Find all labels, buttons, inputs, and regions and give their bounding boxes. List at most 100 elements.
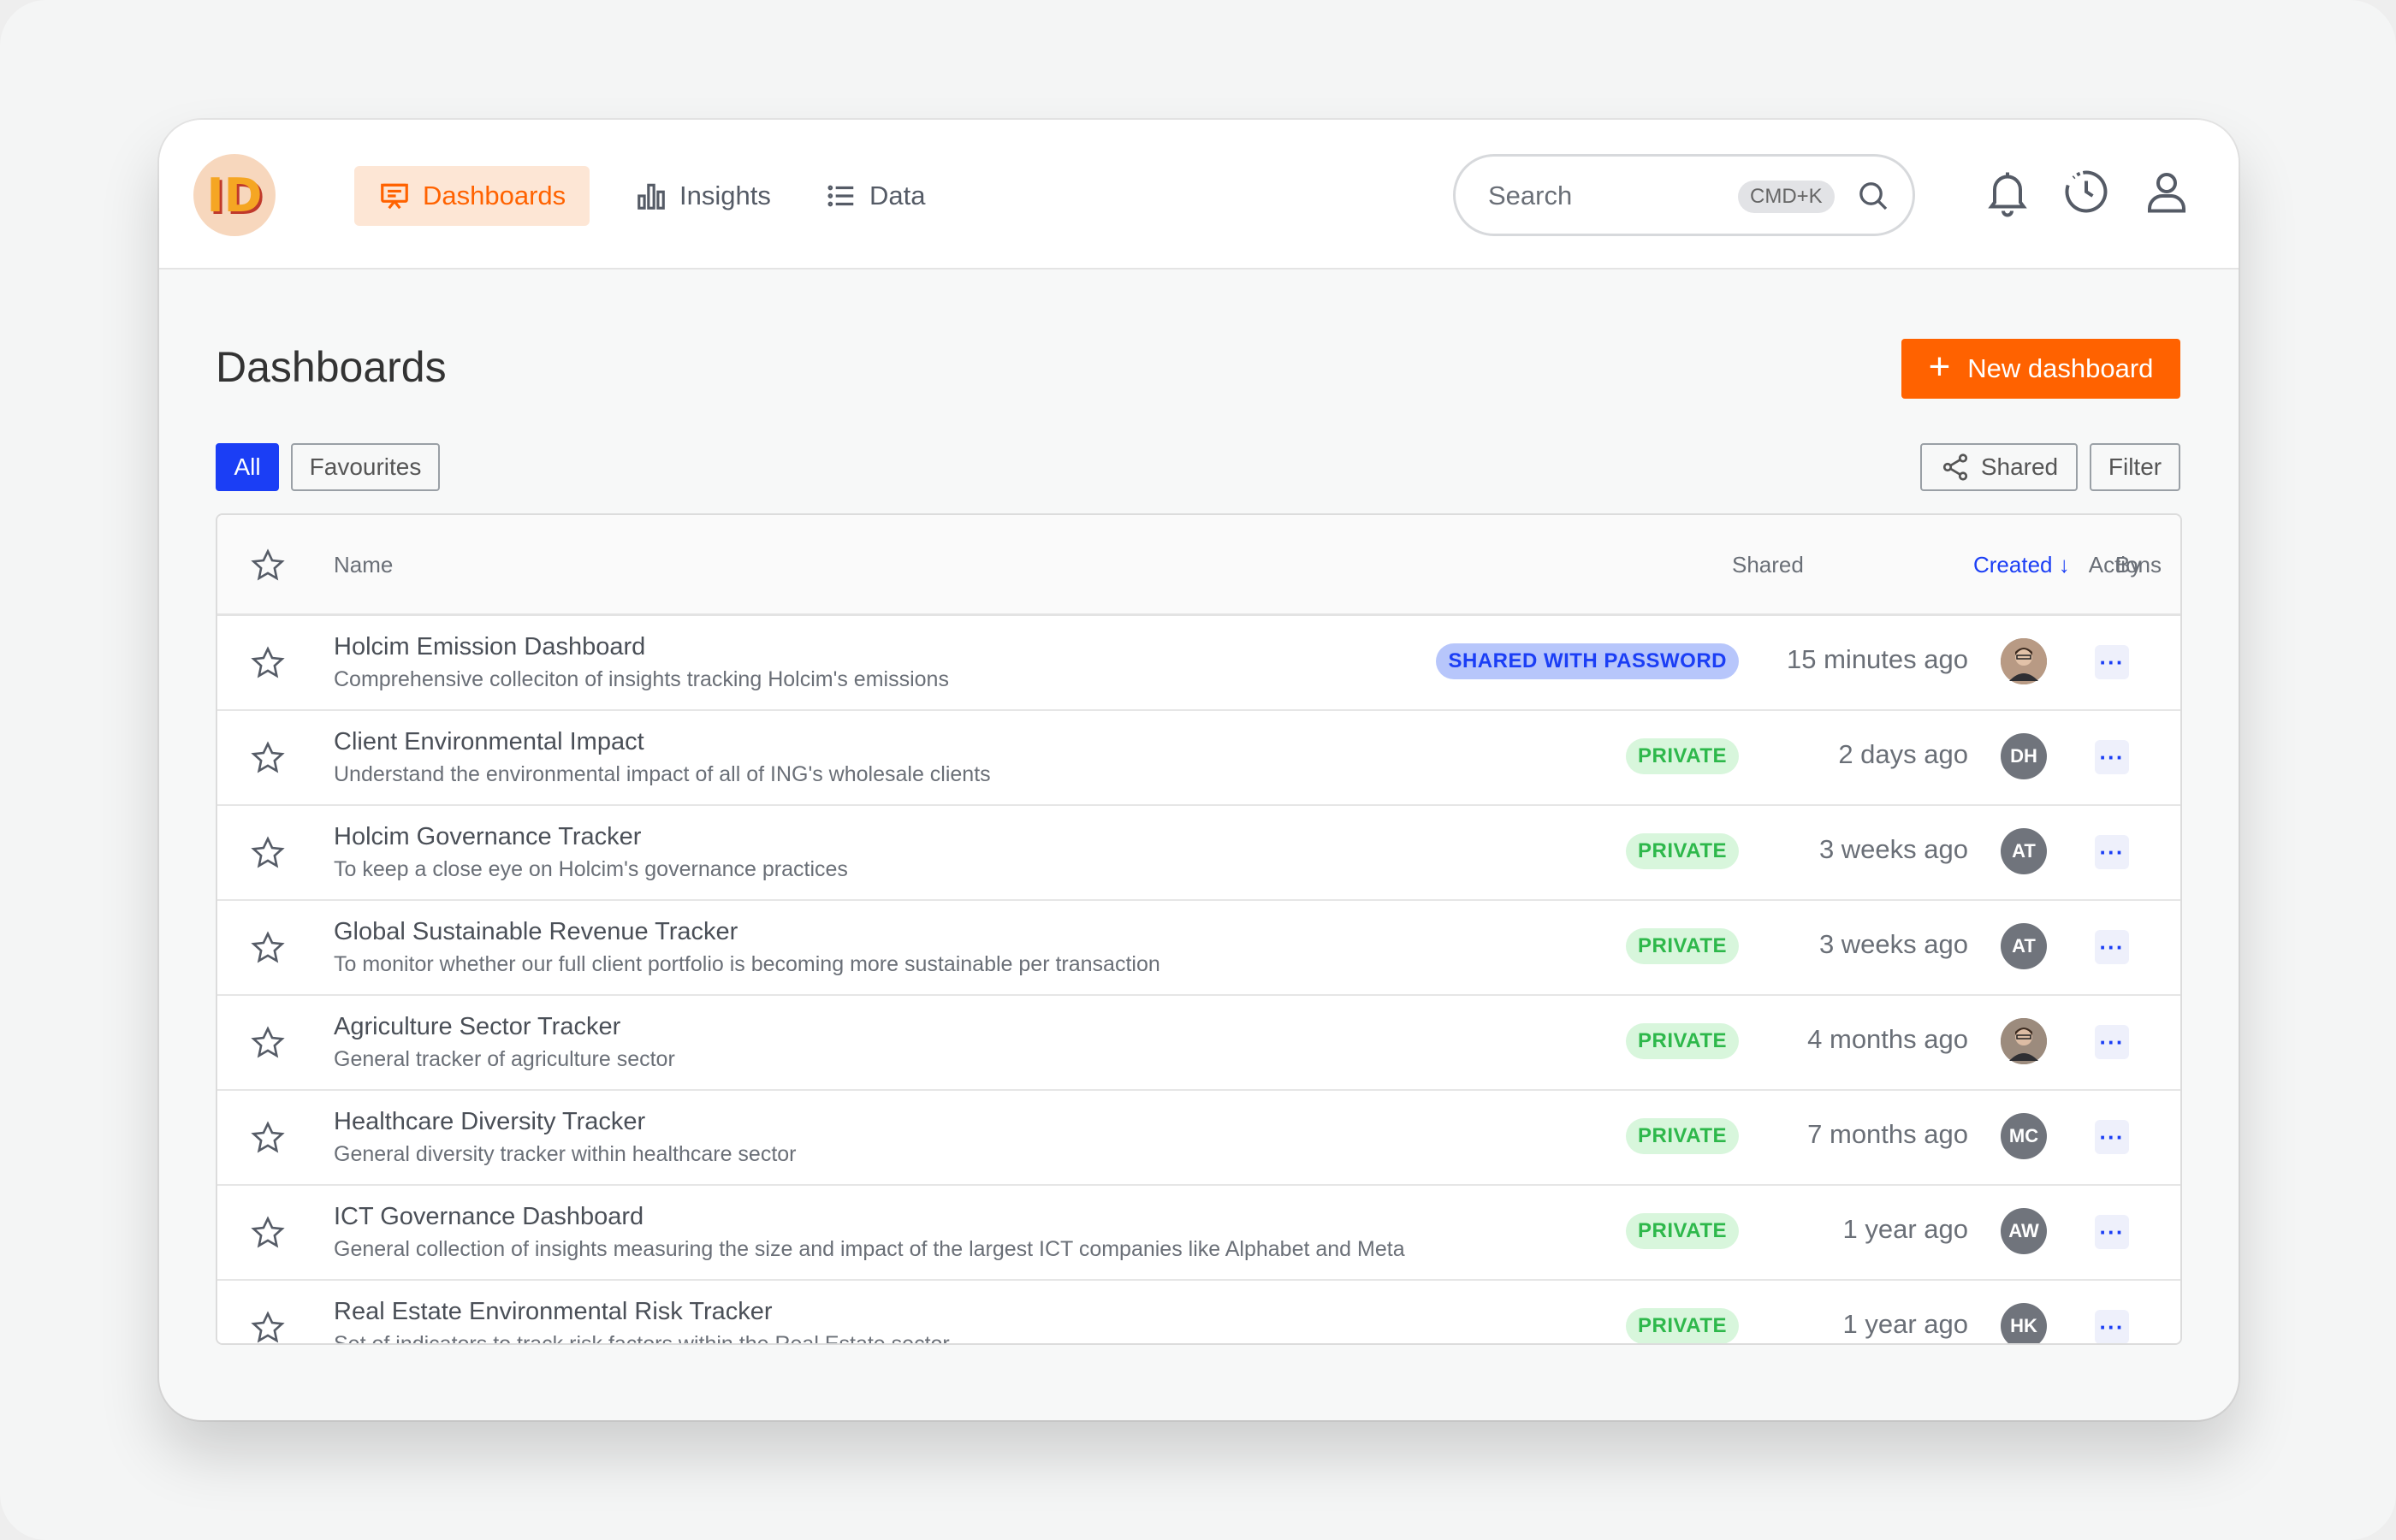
row-actions-button[interactable]: ··· [2095,930,2129,964]
status-badge: PRIVATE [1626,1213,1739,1249]
presentation-icon [381,183,408,210]
search-input[interactable]: Search CMD+K [1453,154,1915,236]
dashboard-title[interactable]: Global Sustainable Revenue Tracker [334,918,738,946]
column-header-shared[interactable]: Shared [1732,552,1804,578]
nav-item-dashboards[interactable]: Dashboards [354,166,590,226]
app-window: ID Dashboards Insights Data Search CMD+K… [159,120,2239,1420]
created-label: Created [1973,552,2053,578]
avatar: AT [2001,923,2047,969]
list-icon [827,185,854,207]
arrow-down-icon: ↓ [2058,552,2070,578]
nav-item-insights[interactable]: Insights [611,166,795,226]
user-profile-icon[interactable] [2141,166,2192,217]
dashboard-title[interactable]: Healthcare Diversity Tracker [334,1108,645,1136]
status-badge: PRIVATE [1626,1308,1739,1343]
row-actions-button[interactable]: ··· [2095,835,2129,869]
nav-label: Insights [679,181,771,210]
created-time: 1 year ago [1842,1309,1969,1339]
star-icon[interactable] [250,930,286,966]
star-icon[interactable] [250,548,286,583]
nav-item-data[interactable]: Data [801,166,949,226]
table-row[interactable]: Healthcare Diversity Tracker General div… [217,1091,2180,1186]
table-row[interactable]: Agriculture Sector Tracker General track… [217,996,2180,1091]
created-time: 7 months ago [1807,1119,1968,1149]
shared-button[interactable]: Shared [1920,443,2078,491]
dashboard-title[interactable]: Holcim Governance Tracker [334,823,641,851]
dashboard-title[interactable]: Holcim Emission Dashboard [334,633,645,661]
search-shortcut: CMD+K [1738,181,1835,213]
table-row[interactable]: Client Environmental Impact Understand t… [217,711,2180,806]
dashboard-title[interactable]: ICT Governance Dashboard [334,1203,643,1231]
row-actions-button[interactable]: ··· [2095,1120,2129,1154]
row-actions-button[interactable]: ··· [2095,740,2129,774]
dashboard-description: General collection of insights measuring… [334,1237,1405,1261]
bell-icon[interactable] [1982,166,2033,217]
person-photo-icon [2001,1018,2047,1064]
dashboard-title[interactable]: Agriculture Sector Tracker [334,1013,620,1041]
row-actions-button[interactable]: ··· [2095,1215,2129,1249]
status-badge: PRIVATE [1626,833,1739,869]
dashboard-description: General diversity tracker within healthc… [334,1142,797,1166]
table-row[interactable]: Holcim Governance Tracker To keep a clos… [217,806,2180,901]
top-bar: ID Dashboards Insights Data Search CMD+K [159,120,2239,270]
created-time: 1 year ago [1842,1214,1969,1244]
table-row[interactable]: ICT Governance Dashboard General collect… [217,1186,2180,1281]
filter-all-tab[interactable]: All [216,443,279,491]
star-icon[interactable] [250,740,286,776]
status-badge: SHARED WITH PASSWORD [1436,643,1739,679]
avatar: AW [2001,1208,2047,1254]
avatar [2001,638,2047,684]
dashboard-description: To monitor whether our full client portf… [334,952,1160,976]
star-icon[interactable] [250,1120,286,1156]
search-icon[interactable] [1856,179,1890,213]
page-title: Dashboards [216,343,447,391]
avatar: AT [2001,828,2047,874]
dashboard-title[interactable]: Client Environmental Impact [334,728,644,756]
row-actions-button[interactable]: ··· [2095,645,2129,679]
dashboard-description: General tracker of agriculture sector [334,1047,675,1071]
filter-button[interactable]: Filter [2090,443,2180,491]
star-icon[interactable] [250,645,286,681]
dashboard-description: Set of indicators to track risk factors … [334,1332,950,1345]
column-header-actions: Actions [2088,552,2162,578]
star-icon[interactable] [250,1310,286,1345]
table-header: Name Shared Created ↓ By Actions [217,515,2180,616]
star-icon[interactable] [250,1215,286,1251]
new-dashboard-label: New dashboard [1967,353,2154,383]
avatar: DH [2001,733,2047,779]
history-icon[interactable] [2061,166,2112,217]
dashboards-table: Name Shared Created ↓ By Actions Holcim … [216,513,2182,1345]
column-header-name[interactable]: Name [334,552,393,578]
created-time: 3 weeks ago [1818,929,1968,959]
status-badge: PRIVATE [1626,928,1739,964]
background: ID Dashboards Insights Data Search CMD+K… [0,0,2396,1540]
column-header-created[interactable]: Created ↓ [1973,552,2070,578]
star-icon[interactable] [250,1025,286,1061]
created-time: 3 weeks ago [1818,834,1968,864]
status-badge: PRIVATE [1626,1023,1739,1059]
row-actions-button[interactable]: ··· [2095,1025,2129,1059]
nav-label: Dashboards [423,181,566,210]
table-row[interactable]: Global Sustainable Revenue Tracker To mo… [217,901,2180,996]
created-time: 4 months ago [1807,1024,1968,1054]
shared-label: Shared [1980,453,2059,480]
dashboard-title[interactable]: Real Estate Environmental Risk Tracker [334,1298,773,1326]
dashboard-description: Understand the environmental impact of a… [334,762,991,786]
table-row[interactable]: Holcim Emission Dashboard Comprehensive … [217,616,2180,711]
dashboard-description: Comprehensive colleciton of insights tra… [334,667,949,691]
share-icon [1942,453,1967,481]
bar-chart-icon [638,183,665,210]
person-photo-icon [2001,638,2047,684]
star-icon[interactable] [250,835,286,871]
logo-text: ID [206,168,263,222]
app-logo[interactable]: ID [193,154,276,236]
created-time: 15 minutes ago [1787,644,1968,674]
row-actions-button[interactable]: ··· [2095,1310,2129,1343]
created-time: 2 days ago [1838,739,1968,769]
filter-favourites-tab[interactable]: Favourites [291,443,440,491]
table-row[interactable]: Real Estate Environmental Risk Tracker S… [217,1281,2180,1345]
nav-label: Data [869,181,926,210]
new-dashboard-button[interactable]: + New dashboard [1901,339,2180,399]
dashboard-description: To keep a close eye on Holcim's governan… [334,857,848,881]
avatar: MC [2001,1113,2047,1159]
